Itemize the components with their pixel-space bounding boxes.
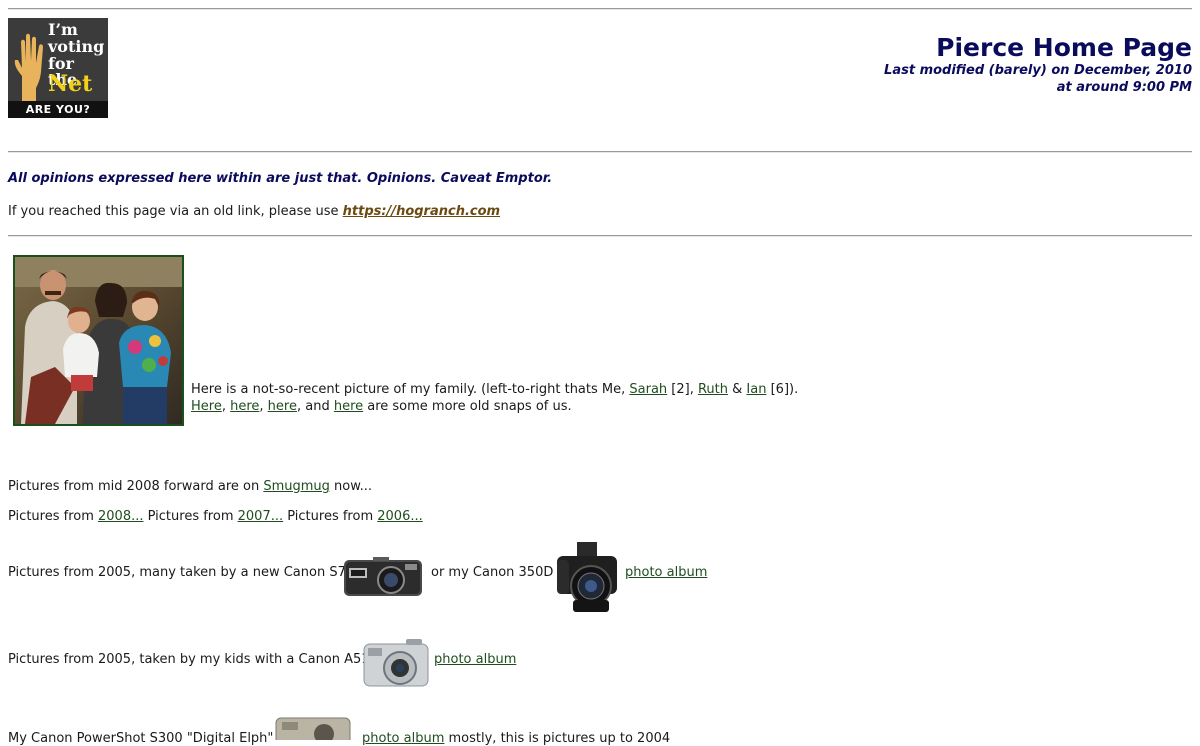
smugmug-line: Pictures from mid 2008 forward are on Sm… (8, 479, 372, 494)
header-divider (8, 151, 1192, 153)
canon-350d-camera-icon (557, 542, 617, 612)
years-prefix-1: Pictures from (8, 509, 98, 524)
notice-divider (8, 235, 1192, 237)
or-350d-text: or my Canon 350D (431, 565, 554, 580)
canon-s300-camera-icon (275, 717, 351, 740)
page-title: Pierce Home Page (936, 33, 1192, 62)
family-photo[interactable] (13, 255, 184, 426)
year-2007-link[interactable]: 2007... (238, 509, 283, 524)
years-line: Pictures from 2008... Pictures from 2007… (8, 509, 423, 524)
snap-link-1[interactable]: Here (191, 399, 222, 414)
ampersand: & (728, 382, 747, 397)
snaps-sep-2: , (259, 399, 268, 414)
s300-text: My Canon PowerShot S300 "Digital Elph" (8, 731, 274, 746)
top-divider (8, 8, 1192, 10)
opinions-disclaimer: All opinions expressed here within are j… (8, 171, 553, 186)
photo-album-link-2[interactable]: photo album (434, 652, 516, 667)
badge-line-1: I’m (48, 20, 78, 39)
snap-link-2[interactable]: here (230, 399, 259, 414)
s70-text: Pictures from 2005, many taken by a new … (8, 565, 355, 580)
s300-suffix: mostly, this is pictures up to 2004 (444, 731, 671, 746)
ian-age: [6]). (766, 382, 799, 397)
last-modified-line-2: at around 9:00 PM (1056, 80, 1192, 95)
voting-for-the-net-badge[interactable]: I’m voting for the Net ARE YOU? (8, 18, 108, 118)
badge-line-4: Net (48, 71, 93, 97)
photo-album-link-3[interactable]: photo album (362, 731, 444, 746)
smugmug-prefix: Pictures from mid 2008 forward are on (8, 479, 264, 494)
last-modified-line-1: Last modified (barely) on December, 2010 (884, 63, 1192, 78)
smugmug-suffix: now... (329, 479, 373, 494)
family-caption-text: Here is a not-so-recent picture of my fa… (191, 382, 630, 397)
years-prefix-3: Pictures from (283, 509, 378, 524)
ian-link[interactable]: Ian (746, 382, 766, 397)
family-photo-image (15, 257, 182, 424)
badge-footer: ARE YOU? (8, 101, 108, 118)
photo-album-link-1[interactable]: photo album (625, 565, 707, 580)
ruth-link[interactable]: Ruth (698, 382, 728, 397)
hogranch-link[interactable]: https://hogranch.com (343, 204, 500, 219)
canon-s70-camera-icon (344, 557, 422, 596)
raised-hand-icon (14, 33, 43, 102)
s300-album-line: photo album mostly, this is pictures up … (362, 731, 670, 746)
snap-link-3[interactable]: here (268, 399, 297, 414)
sarah-link[interactable]: Sarah (629, 382, 667, 397)
old-snaps-line: Here, here, here, and here are some more… (191, 399, 572, 414)
a510-text: Pictures from 2005, taken by my kids wit… (8, 652, 378, 667)
sarah-age: [2], (667, 382, 698, 397)
years-prefix-2: Pictures from (143, 509, 238, 524)
snaps-suffix: are some more old snaps of us. (363, 399, 572, 414)
snap-link-4[interactable]: here (334, 399, 363, 414)
smugmug-link[interactable]: Smugmug (263, 479, 330, 494)
old-link-prefix: If you reached this page via an old link… (8, 204, 343, 219)
year-2008-link[interactable]: 2008... (98, 509, 143, 524)
badge-line-2: voting (48, 37, 105, 56)
snaps-and: , and (296, 399, 334, 414)
family-caption: Here is a not-so-recent picture of my fa… (191, 382, 798, 397)
snaps-sep-1: , (221, 399, 231, 414)
canon-a510-camera-icon (363, 639, 429, 687)
old-link-notice: If you reached this page via an old link… (8, 204, 500, 219)
year-2006-link[interactable]: 2006... (377, 509, 422, 524)
